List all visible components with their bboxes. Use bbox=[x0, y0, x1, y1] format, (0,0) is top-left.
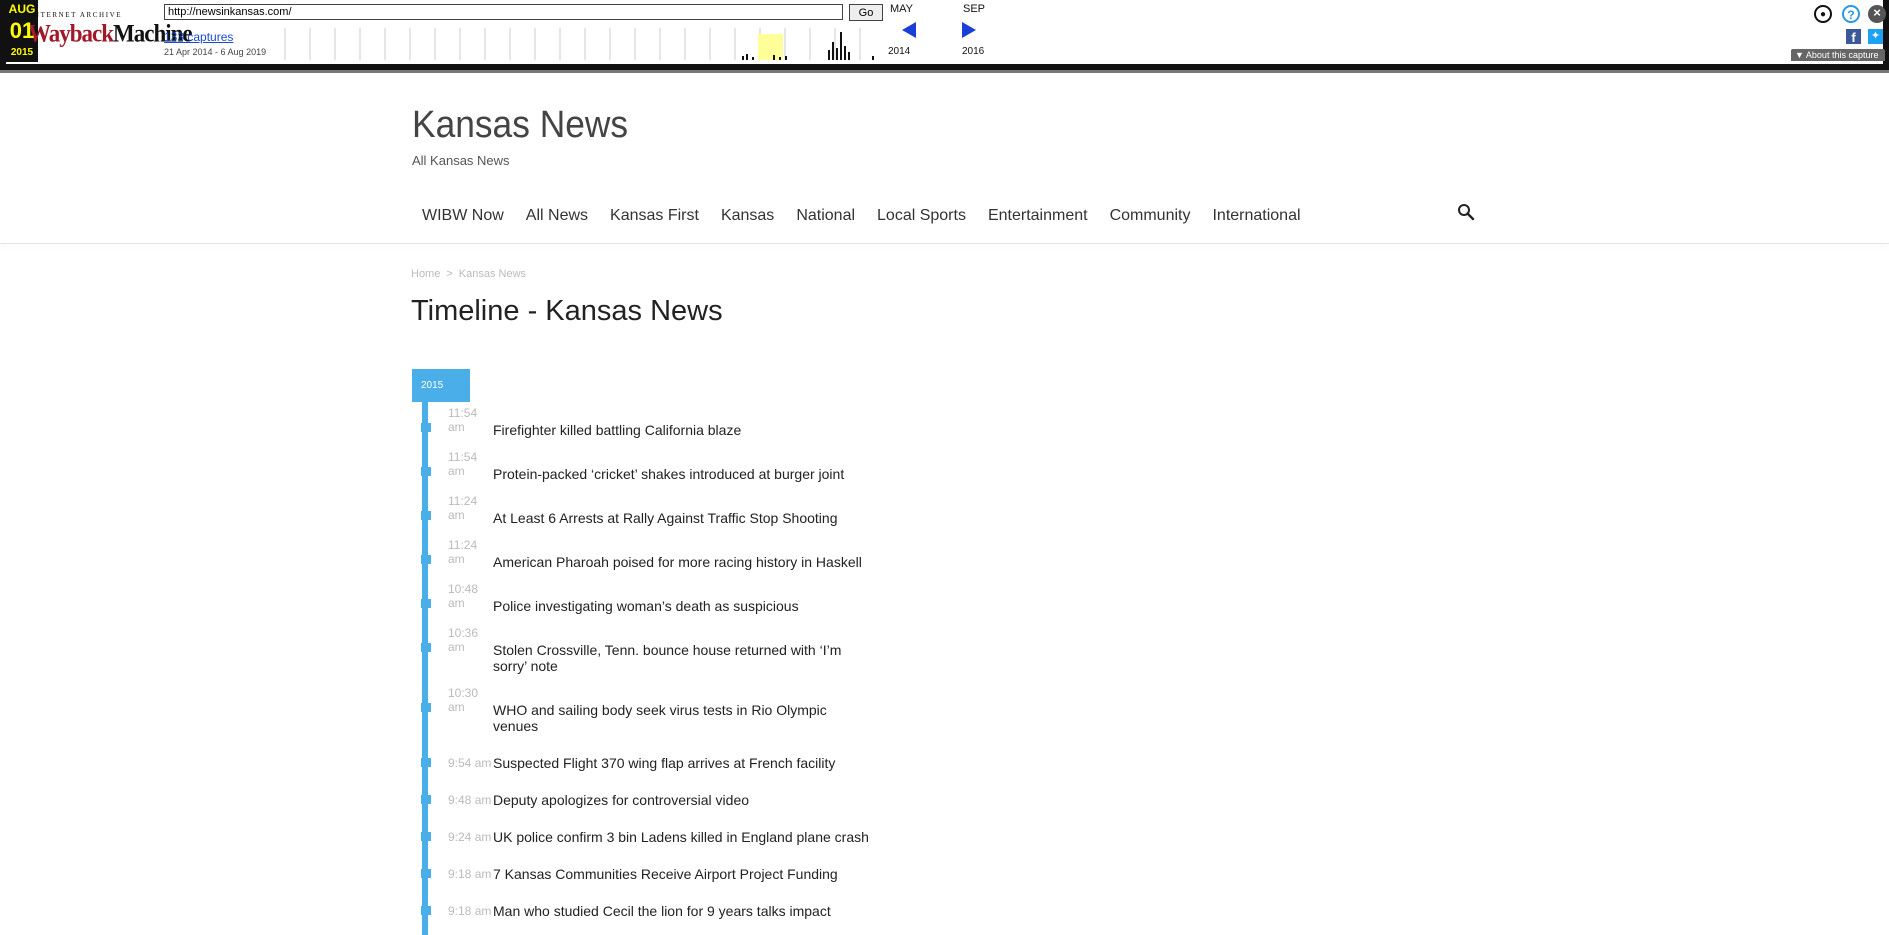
header-divider bbox=[0, 243, 1889, 244]
site-tagline: All Kansas News bbox=[412, 153, 510, 168]
timeline-time: 11:24 am bbox=[448, 538, 478, 566]
timeline-time: 9:18 am bbox=[448, 867, 492, 881]
timeline-time: 9:18 am bbox=[448, 904, 492, 918]
nav-item-entertainment[interactable]: Entertainment bbox=[988, 207, 1088, 231]
nav-item-kansas-first[interactable]: Kansas First bbox=[610, 207, 699, 231]
next-capture-arrow-icon[interactable] bbox=[962, 22, 976, 38]
timeline-dot bbox=[421, 467, 431, 476]
user-icon[interactable]: ● bbox=[1814, 5, 1832, 23]
timeline-headline[interactable]: American Pharoah poised for more racing … bbox=[493, 554, 893, 570]
timeline-time: 11:54 am bbox=[448, 406, 478, 434]
search-icon[interactable] bbox=[1457, 203, 1475, 221]
toolbar-shadow bbox=[0, 70, 1889, 73]
prev-year-label[interactable]: 2014 bbox=[888, 46, 910, 57]
next-year-label[interactable]: 2016 bbox=[962, 46, 984, 57]
prev-month-label[interactable]: MAY bbox=[890, 3, 913, 15]
wayback-logo[interactable]: INTERNET ARCHIVE WaybackMachine bbox=[22, 10, 193, 52]
timeline-time: 9:24 am bbox=[448, 830, 492, 844]
facebook-icon[interactable]: f bbox=[1846, 29, 1861, 45]
wayback-logo-top: INTERNET ARCHIVE bbox=[30, 11, 123, 19]
breadcrumb-separator: > bbox=[446, 268, 453, 280]
current-month: AUG bbox=[8, 2, 36, 16]
timeline-headline[interactable]: Suspected Flight 370 wing flap arrives a… bbox=[493, 755, 893, 771]
timeline-headline[interactable]: At Least 6 Arrests at Rally Against Traf… bbox=[493, 510, 893, 526]
timeline-time: 9:54 am bbox=[448, 756, 492, 770]
current-capture-date: AUG 01 2015 bbox=[6, 0, 38, 62]
timeline-time: 9:48 am bbox=[448, 793, 492, 807]
breadcrumb-home[interactable]: Home bbox=[411, 268, 440, 280]
wayback-toolbar: INTERNET ARCHIVE WaybackMachine Go 133 c… bbox=[0, 0, 1889, 70]
timeline-time: 10:36 am bbox=[448, 626, 479, 654]
help-icon[interactable]: ? bbox=[1842, 5, 1860, 23]
timeline-dot bbox=[421, 869, 431, 878]
breadcrumb-current: Kansas News bbox=[458, 268, 527, 280]
capture-sparkline[interactable] bbox=[283, 28, 883, 60]
timeline-dot bbox=[421, 643, 431, 652]
nav-item-international[interactable]: International bbox=[1212, 207, 1300, 231]
site-title[interactable]: Kansas News bbox=[412, 104, 628, 147]
page-title: Timeline - Kansas News bbox=[411, 295, 723, 327]
nav-item-all-news[interactable]: All News bbox=[526, 207, 588, 231]
timeline-dot bbox=[421, 832, 431, 841]
timeline-headline[interactable]: UK police confirm 3 bin Ladens killed in… bbox=[493, 829, 893, 845]
wayback-logo-a: Wayback bbox=[28, 19, 114, 48]
nav-item-kansas[interactable]: Kansas bbox=[721, 207, 774, 231]
timeline-dot bbox=[421, 511, 431, 520]
captures-link[interactable]: 133 captures bbox=[164, 30, 233, 44]
nav-item-wibw-now[interactable]: WIBW Now bbox=[422, 207, 504, 231]
timeline-dot bbox=[421, 599, 431, 608]
timeline-headline[interactable]: WHO and sailing body seek virus tests in… bbox=[493, 702, 863, 734]
timeline-time: 10:30 am bbox=[448, 686, 479, 714]
timeline-year-badge: 2015 bbox=[412, 369, 470, 402]
main-nav: WIBW Now All News Kansas First Kansas Na… bbox=[412, 207, 1313, 231]
timeline-time: 11:54 am bbox=[448, 450, 478, 478]
timeline-dot bbox=[421, 795, 431, 804]
go-button[interactable]: Go bbox=[849, 4, 883, 21]
current-year: 2015 bbox=[10, 47, 34, 58]
timeline-headline[interactable]: Man who studied Cecil the lion for 9 yea… bbox=[493, 903, 893, 919]
close-icon[interactable]: × bbox=[1868, 5, 1886, 23]
timeline-headline[interactable]: Protein-packed ‘cricket’ shakes introduc… bbox=[493, 466, 893, 482]
nav-item-community[interactable]: Community bbox=[1110, 207, 1191, 231]
about-capture-label: About this capture bbox=[1805, 50, 1879, 60]
timeline-headline[interactable]: Deputy apologizes for controversial vide… bbox=[493, 792, 893, 808]
timeline-dot bbox=[421, 703, 431, 712]
current-day: 01 bbox=[9, 18, 35, 43]
wayback-url-input[interactable] bbox=[164, 4, 843, 20]
timeline-time: 10:48 am bbox=[448, 582, 479, 610]
timeline-dot bbox=[421, 906, 431, 915]
nav-item-national[interactable]: National bbox=[796, 207, 855, 231]
capture-range: 21 Apr 2014 - 6 Aug 2019 bbox=[164, 47, 267, 57]
timeline-headline[interactable]: Police investigating woman’s death as su… bbox=[493, 598, 893, 614]
timeline-headline[interactable]: Stolen Crossville, Tenn. bounce house re… bbox=[493, 642, 863, 674]
timeline-dot bbox=[421, 758, 431, 767]
timeline-dot bbox=[421, 555, 431, 564]
breadcrumb: Home > Kansas News bbox=[411, 268, 526, 280]
timeline-dot bbox=[421, 423, 431, 432]
timeline-headline[interactable]: Firefighter killed battling California b… bbox=[493, 422, 893, 438]
about-capture-button[interactable]: ▼ About this capture bbox=[1791, 49, 1885, 61]
timeline-line bbox=[422, 402, 428, 935]
nav-item-local-sports[interactable]: Local Sports bbox=[877, 207, 966, 231]
timeline-time: 11:24 am bbox=[448, 494, 478, 522]
timeline-headline[interactable]: 7 Kansas Communities Receive Airport Pro… bbox=[493, 866, 893, 882]
next-month-label[interactable]: SEP bbox=[963, 3, 985, 15]
prev-capture-arrow-icon[interactable] bbox=[902, 22, 916, 38]
twitter-icon[interactable]: ✦ bbox=[1868, 29, 1883, 44]
